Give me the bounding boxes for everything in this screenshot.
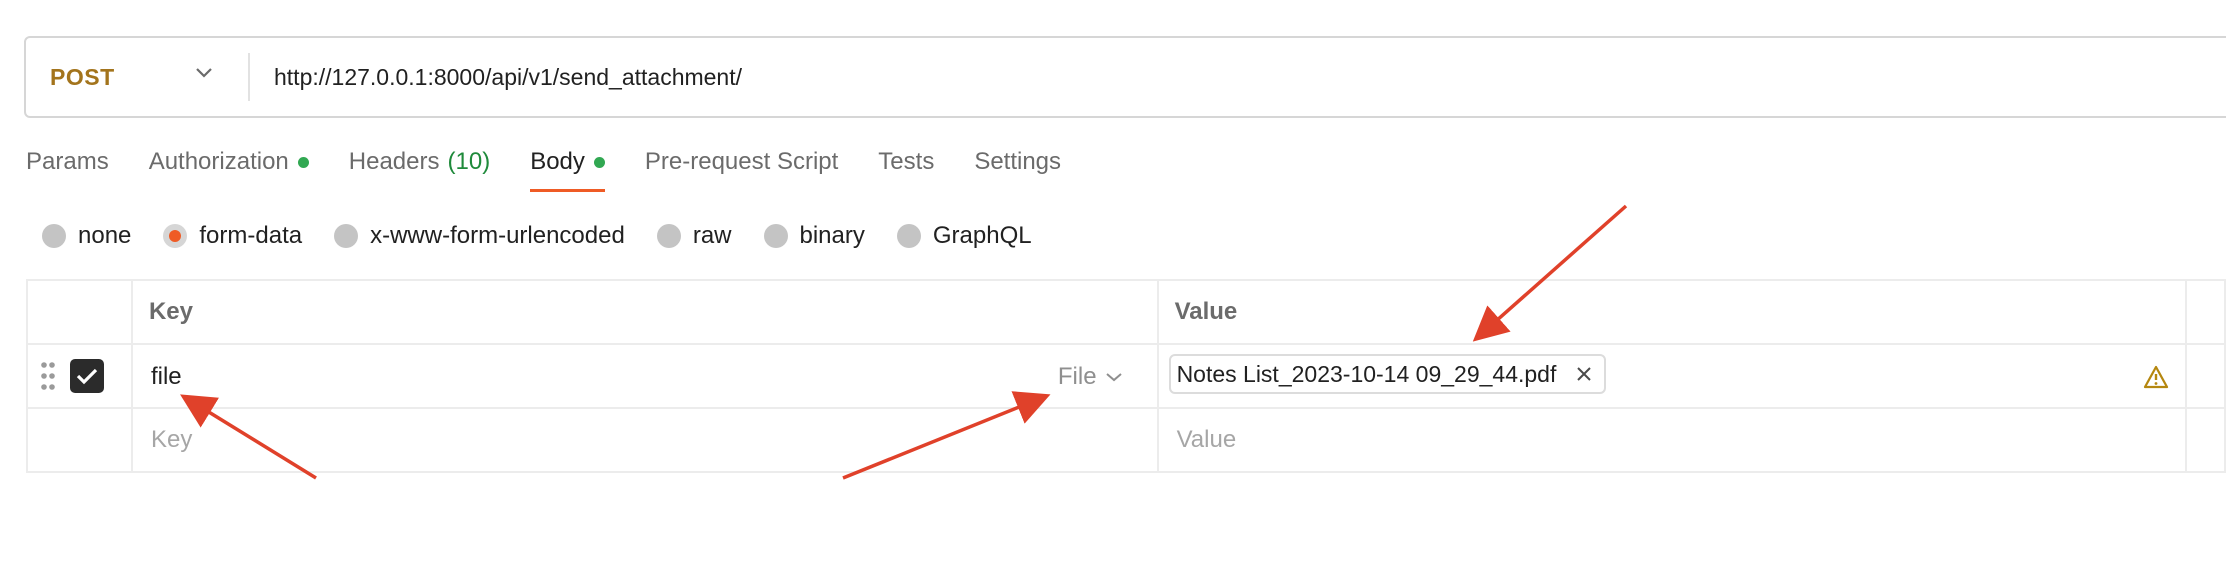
tab-settings[interactable]: Settings	[974, 148, 1061, 176]
handle-column-header	[26, 279, 133, 345]
body-mode-raw[interactable]: raw	[656, 222, 732, 250]
status-dot	[297, 156, 309, 168]
tab-authorization[interactable]: Authorization	[149, 148, 309, 176]
value-column-header: Value	[1156, 279, 2187, 345]
request-tabs: Params Authorization Headers (10) Body P…	[26, 148, 1101, 192]
radio-button[interactable]	[334, 224, 359, 248]
body-mode-radios: none form-data x-www-form-urlencoded raw…	[42, 222, 1064, 250]
chevron-down-icon	[196, 68, 212, 78]
table-header-row: Key Value	[26, 279, 2226, 345]
request-url-bar: POST http://127.0.0.1:8000/api/v1/send_a…	[24, 36, 2226, 118]
mode-label: form-data	[199, 222, 303, 249]
tab-body[interactable]: Body	[530, 148, 605, 192]
tab-tests[interactable]: Tests	[878, 148, 934, 176]
tab-label: Pre-request Script	[644, 148, 839, 175]
key-type-select[interactable]: File	[1058, 363, 1123, 391]
key-input[interactable]: file	[151, 363, 182, 391]
row-enabled-checkbox[interactable]	[70, 359, 104, 393]
tab-label: Tests	[878, 148, 935, 175]
tab-label: Headers	[348, 148, 440, 175]
tab-label: Body	[530, 148, 585, 175]
radio-button[interactable]	[763, 224, 788, 248]
tab-headers[interactable]: Headers (10)	[349, 148, 490, 176]
close-icon	[1577, 367, 1592, 381]
body-mode-none[interactable]: none	[42, 222, 131, 250]
key-column-header: Key	[130, 279, 1159, 345]
active-tab-indicator	[530, 189, 605, 192]
remove-file-button[interactable]	[1576, 366, 1592, 382]
body-mode-binary[interactable]: binary	[763, 222, 865, 250]
tab-pre-request-script[interactable]: Pre-request Script	[645, 148, 838, 176]
radio-button[interactable]	[656, 224, 681, 248]
headers-count: (10)	[447, 148, 491, 175]
method-select[interactable]: POST	[26, 38, 248, 116]
key-placeholder-cell[interactable]: Key	[130, 407, 1159, 473]
mode-label: GraphQL	[932, 222, 1032, 249]
row-controls	[26, 343, 133, 409]
drag-handle-icon[interactable]	[40, 361, 56, 391]
body-mode-form-data[interactable]: form-data	[163, 222, 302, 250]
row-controls	[26, 407, 133, 473]
radio-button[interactable]	[42, 224, 66, 248]
body-mode-graphql[interactable]: GraphQL	[896, 222, 1032, 250]
key-type-label: File	[1057, 363, 1097, 390]
value-cell[interactable]: Notes List_2023-10-14 09_29_44.pdf	[1156, 343, 2187, 409]
file-chip: Notes List_2023-10-14 09_29_44.pdf	[1168, 354, 1607, 394]
tab-params[interactable]: Params	[26, 148, 109, 176]
radio-button-selected[interactable]	[163, 224, 188, 248]
mode-label: binary	[799, 222, 865, 249]
extra-cell	[2184, 407, 2226, 473]
radio-button[interactable]	[896, 224, 921, 248]
table-row: file File Notes List_2023-10-14 09_29_44…	[26, 343, 2226, 409]
url-input[interactable]: http://127.0.0.1:8000/api/v1/send_attach…	[274, 64, 2226, 91]
method-label: POST	[50, 63, 115, 90]
mode-label: none	[78, 222, 132, 249]
key-placeholder[interactable]: Key	[133, 426, 192, 453]
value-placeholder[interactable]: Value	[1159, 426, 1237, 453]
chevron-down-icon	[1105, 373, 1122, 382]
form-data-table: Key Value file File Notes List_2023-10-1…	[26, 279, 2226, 473]
extra-cell	[2184, 343, 2226, 409]
body-mode-urlencoded[interactable]: x-www-form-urlencoded	[334, 222, 625, 250]
tab-label: Params	[26, 148, 109, 175]
extra-column-header	[2184, 279, 2226, 345]
mode-label: raw	[692, 222, 732, 249]
file-name: Notes List_2023-10-14 09_29_44.pdf	[1176, 360, 1557, 387]
url-divider	[248, 53, 250, 101]
tab-label: Settings	[974, 148, 1062, 175]
status-dot	[593, 156, 605, 168]
tab-label: Authorization	[148, 148, 289, 175]
value-placeholder-cell[interactable]: Value	[1156, 407, 2187, 473]
checkmark-icon	[76, 368, 98, 385]
mode-label: x-www-form-urlencoded	[370, 222, 625, 249]
key-cell[interactable]: file File	[130, 343, 1159, 409]
warning-icon[interactable]	[2143, 365, 2169, 389]
table-row-empty: Key Value	[26, 407, 2226, 473]
